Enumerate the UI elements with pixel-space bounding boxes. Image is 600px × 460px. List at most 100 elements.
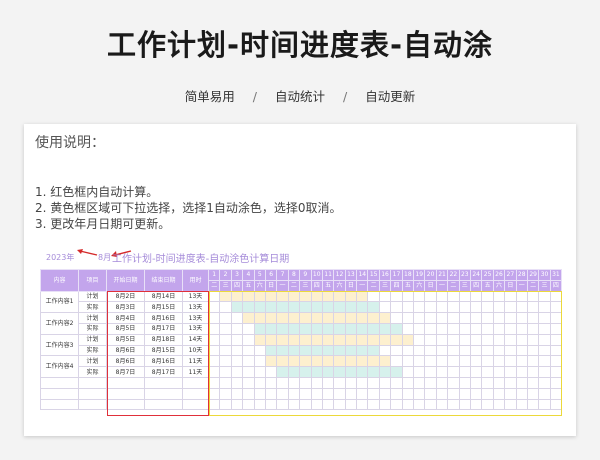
day-cell[interactable] (401, 344, 415, 357)
day-cell[interactable] (264, 301, 278, 314)
day-cell[interactable] (219, 290, 232, 303)
day-cell[interactable] (264, 322, 278, 335)
empty-cell[interactable] (447, 387, 460, 400)
day-cell[interactable] (219, 322, 232, 335)
day-cell[interactable] (447, 290, 460, 303)
empty-cell[interactable] (242, 398, 255, 411)
day-cell[interactable] (504, 333, 517, 346)
day-cell[interactable] (492, 355, 506, 368)
empty-cell[interactable] (378, 376, 392, 389)
empty-cell[interactable] (40, 398, 79, 411)
day-cell[interactable] (333, 355, 346, 368)
day-cell[interactable] (321, 301, 335, 314)
day-cell[interactable] (515, 322, 528, 335)
day-cell[interactable] (458, 366, 472, 378)
empty-cell[interactable] (549, 387, 563, 400)
day-cell[interactable] (356, 333, 369, 346)
day-cell[interactable] (242, 290, 255, 303)
end-date-cell[interactable]: 8月16日 (144, 312, 183, 324)
empty-cell[interactable] (538, 398, 551, 411)
day-cell[interactable] (469, 290, 483, 303)
day-cell[interactable] (344, 312, 358, 324)
day-cell[interactable] (435, 355, 449, 368)
day-cell[interactable] (367, 366, 380, 378)
day-cell[interactable] (356, 355, 369, 368)
day-cell[interactable] (219, 366, 232, 378)
day-cell[interactable] (447, 301, 460, 314)
day-cell[interactable] (333, 301, 346, 314)
day-cell[interactable] (413, 322, 426, 335)
day-cell[interactable] (424, 290, 437, 303)
empty-cell[interactable] (367, 376, 380, 389)
day-cell[interactable] (504, 322, 517, 335)
day-cell[interactable] (356, 366, 369, 378)
empty-cell[interactable] (435, 398, 449, 411)
empty-cell[interactable] (182, 387, 209, 400)
empty-cell[interactable] (458, 398, 472, 411)
day-cell[interactable] (492, 333, 506, 346)
day-cell[interactable] (401, 312, 415, 324)
empty-cell[interactable] (344, 376, 358, 389)
empty-cell[interactable] (299, 387, 312, 400)
day-cell[interactable] (469, 322, 483, 335)
day-cell[interactable] (207, 290, 221, 303)
empty-cell[interactable] (264, 398, 278, 411)
day-cell[interactable] (287, 366, 301, 378)
day-cell[interactable] (469, 344, 483, 357)
day-cell[interactable] (526, 355, 540, 368)
day-cell[interactable] (264, 312, 278, 324)
day-cell[interactable] (401, 322, 415, 335)
day-cell[interactable] (492, 344, 506, 357)
day-cell[interactable] (401, 301, 415, 314)
day-cell[interactable] (538, 333, 551, 346)
day-cell[interactable] (390, 366, 403, 378)
empty-cell[interactable] (287, 398, 301, 411)
day-cell[interactable] (458, 290, 472, 303)
empty-cell[interactable] (356, 387, 369, 400)
empty-cell[interactable] (401, 398, 415, 411)
day-cell[interactable] (378, 344, 392, 357)
empty-cell[interactable] (106, 376, 145, 389)
day-cell[interactable] (549, 290, 563, 303)
empty-cell[interactable] (378, 387, 392, 400)
day-cell[interactable] (447, 344, 460, 357)
day-cell[interactable] (504, 312, 517, 324)
day-cell[interactable] (401, 333, 415, 346)
start-date-cell[interactable]: 8月2日 (106, 290, 145, 303)
end-date-cell[interactable]: 8月15日 (144, 301, 183, 314)
day-cell[interactable] (207, 312, 221, 324)
empty-cell[interactable] (276, 398, 289, 411)
day-cell[interactable] (481, 333, 494, 346)
empty-cell[interactable] (299, 376, 312, 389)
empty-cell[interactable] (287, 376, 301, 389)
empty-cell[interactable] (549, 376, 563, 389)
empty-cell[interactable] (333, 398, 346, 411)
day-cell[interactable] (230, 301, 244, 314)
day-cell[interactable] (424, 322, 437, 335)
day-cell[interactable] (333, 290, 346, 303)
day-cell[interactable] (230, 333, 244, 346)
day-cell[interactable] (413, 355, 426, 368)
day-cell[interactable] (321, 322, 335, 335)
day-cell[interactable] (253, 355, 266, 368)
day-cell[interactable] (276, 312, 289, 324)
empty-cell[interactable] (435, 376, 449, 389)
day-cell[interactable] (378, 290, 392, 303)
empty-cell[interactable] (253, 398, 266, 411)
empty-cell[interactable] (182, 376, 209, 389)
empty-cell[interactable] (230, 387, 244, 400)
day-cell[interactable] (333, 333, 346, 346)
day-cell[interactable] (515, 344, 528, 357)
day-cell[interactable] (344, 355, 358, 368)
day-cell[interactable] (321, 355, 335, 368)
day-cell[interactable] (401, 290, 415, 303)
day-cell[interactable] (242, 312, 255, 324)
day-cell[interactable] (207, 355, 221, 368)
day-cell[interactable] (549, 301, 563, 314)
empty-cell[interactable] (492, 398, 506, 411)
day-cell[interactable] (310, 333, 323, 346)
end-date-cell[interactable]: 8月16日 (144, 355, 183, 368)
empty-cell[interactable] (390, 387, 403, 400)
day-cell[interactable] (287, 290, 301, 303)
day-cell[interactable] (310, 290, 323, 303)
